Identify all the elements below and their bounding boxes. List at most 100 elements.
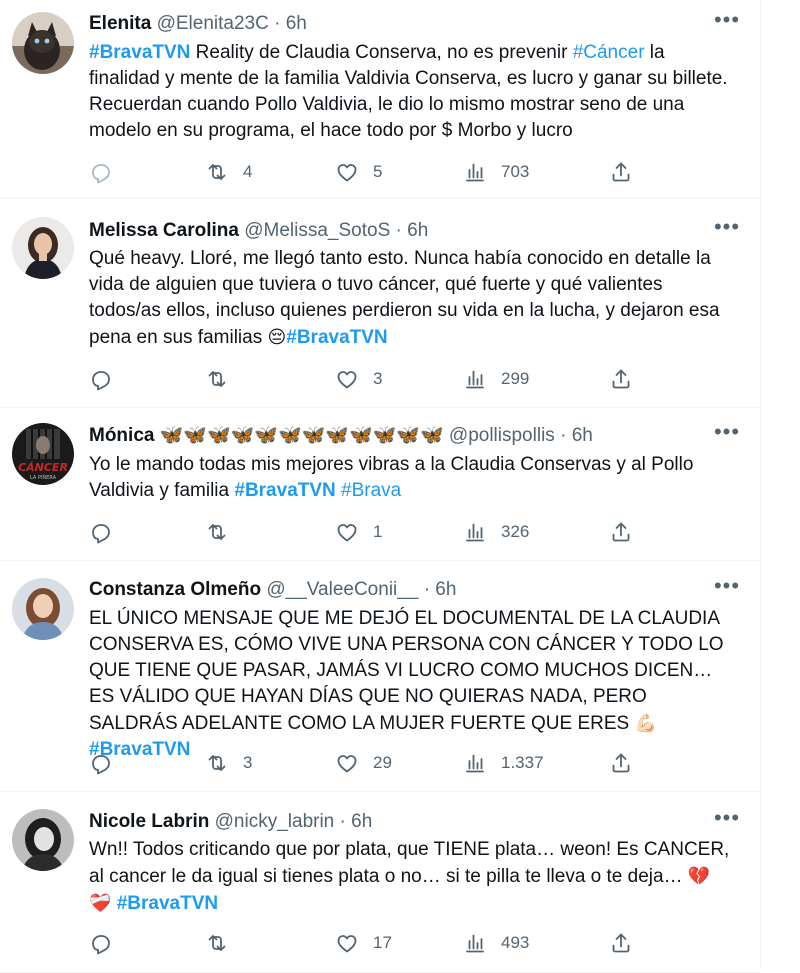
share-icon	[612, 162, 630, 182]
tweet[interactable]: Constanza Olmeño @__ValeeConii__ · 6h ••…	[0, 561, 760, 792]
retweet-icon	[208, 755, 226, 771]
avatar[interactable]	[12, 12, 74, 74]
tweet[interactable]: Nicole Labrin @nicky_labrin · 6h ••• Wn!…	[0, 792, 760, 973]
user-handle[interactable]: @Elenita23C	[157, 13, 269, 34]
tweet-header: Mónica 🦋🦋🦋🦋🦋🦋🦋🦋🦋🦋🦋🦋 @pollispollis · 6h	[89, 424, 716, 448]
like-count: 1	[373, 522, 383, 541]
hashtag-link[interactable]: #Cáncer	[573, 42, 645, 63]
like-button[interactable]: 29	[335, 751, 392, 775]
retweet-icon	[208, 935, 226, 951]
like-button[interactable]: 3	[335, 367, 382, 391]
more-options-button[interactable]: •••	[712, 575, 742, 602]
avatar[interactable]	[12, 217, 74, 279]
timestamp[interactable]: 6h	[286, 13, 307, 34]
user-handle[interactable]: @pollispollis	[449, 425, 555, 446]
hashtag-link[interactable]: #BravaTVN	[234, 480, 335, 501]
share-icon	[612, 933, 630, 953]
display-name[interactable]: Elenita	[89, 13, 151, 34]
views-button[interactable]: 493	[463, 931, 529, 955]
emoji: 💪🏻	[634, 713, 657, 733]
timestamp[interactable]: 6h	[407, 220, 428, 241]
avatar[interactable]	[12, 578, 74, 640]
more-options-button[interactable]: •••	[712, 216, 742, 243]
like-button[interactable]: 5	[335, 160, 382, 184]
heart-icon	[337, 164, 357, 182]
tweet-actions: 3 29 1.337	[89, 751, 649, 775]
share-button[interactable]	[609, 520, 633, 544]
reply-button[interactable]	[89, 931, 113, 955]
reply-button[interactable]	[89, 520, 113, 544]
more-options-button[interactable]: •••	[712, 9, 742, 36]
views-button[interactable]: 299	[463, 367, 529, 391]
svg-text:LA PIÑERA: LA PIÑERA	[30, 474, 57, 481]
like-button[interactable]: 1	[335, 520, 382, 544]
tweet-text: Qué heavy. Lloré, me llegó tanto esto. N…	[89, 246, 738, 351]
tweet-header: Melissa Carolina @Melissa_SotoS · 6h	[89, 219, 716, 243]
user-handle[interactable]: @nicky_labrin	[215, 811, 335, 832]
retweet-icon	[208, 524, 226, 540]
like-button[interactable]: 17	[335, 931, 392, 955]
tweet[interactable]: Melissa Carolina @Melissa_SotoS · 6h •••…	[0, 199, 760, 408]
retweet-icon	[208, 371, 226, 387]
timestamp[interactable]: 6h	[572, 425, 593, 446]
share-button[interactable]	[609, 367, 633, 391]
reply-button[interactable]	[89, 160, 113, 184]
hashtag-link[interactable]: #BravaTVN	[89, 42, 190, 63]
views-count: 326	[501, 522, 530, 541]
views-button[interactable]: 703	[463, 160, 529, 184]
tweet[interactable]: Elenita @Elenita23C · 6h ••• #BravaTVN R…	[0, 0, 760, 199]
like-count: 17	[373, 933, 392, 952]
views-count: 703	[501, 162, 530, 181]
tweet-feed: Elenita @Elenita23C · 6h ••• #BravaTVN R…	[0, 0, 760, 973]
views-icon	[466, 163, 484, 182]
retweet-button[interactable]: 3	[205, 751, 252, 775]
timestamp[interactable]: 6h	[351, 811, 372, 832]
views-button[interactable]: 326	[463, 520, 529, 544]
user-handle[interactable]: @__ValeeConii__	[266, 579, 418, 600]
display-name[interactable]: Constanza Olmeño	[89, 579, 261, 600]
more-icon: •••	[713, 805, 741, 830]
retweet-button[interactable]	[205, 367, 229, 391]
tweet-text: Wn!! Todos criticando que por plata, que…	[89, 837, 738, 917]
retweet-button[interactable]: 4	[205, 160, 252, 184]
views-button[interactable]: 1.337	[463, 751, 544, 775]
like-count: 5	[373, 162, 383, 181]
display-name[interactable]: Mónica 🦋🦋🦋🦋🦋🦋🦋🦋🦋🦋🦋🦋	[89, 425, 444, 446]
timestamp[interactable]: 6h	[435, 579, 456, 600]
reply-button[interactable]	[89, 367, 113, 391]
tweet-text: EL ÚNICO MENSAJE QUE ME DEJÓ EL DOCUMENT…	[89, 606, 738, 763]
share-button[interactable]	[609, 160, 633, 184]
share-button[interactable]	[609, 751, 633, 775]
heart-icon	[337, 371, 357, 389]
more-options-button[interactable]: •••	[712, 807, 742, 834]
views-count: 1.337	[501, 753, 544, 772]
tweet[interactable]: CÁNCER LA PIÑERA Mónica 🦋🦋🦋🦋🦋🦋🦋🦋🦋🦋🦋🦋 @pol…	[0, 408, 760, 561]
reply-icon	[92, 755, 110, 775]
reply-button[interactable]	[89, 751, 113, 775]
display-name[interactable]: Nicole Labrin	[89, 811, 209, 832]
display-name[interactable]: Melissa Carolina	[89, 220, 239, 241]
heart-icon	[337, 935, 357, 953]
retweet-button[interactable]	[205, 931, 229, 955]
hashtag-link[interactable]: #Brava	[341, 480, 401, 501]
separator-dot: ·	[560, 425, 567, 446]
more-icon: •••	[713, 573, 741, 598]
more-options-button[interactable]: •••	[712, 421, 742, 448]
tweet-text: Yo le mando todas mis mejores vibras a l…	[89, 452, 738, 504]
tweet-text-segment: Reality de Claudia Conserva, no es preve…	[190, 42, 573, 63]
avatar[interactable]: CÁNCER LA PIÑERA	[12, 423, 74, 485]
tweet-header: Constanza Olmeño @__ValeeConii__ · 6h	[89, 578, 716, 602]
separator-dot: ·	[395, 220, 402, 241]
like-count: 3	[373, 369, 383, 388]
emoji: 💔	[687, 866, 711, 886]
avatar[interactable]	[12, 809, 74, 871]
share-button[interactable]	[609, 931, 633, 955]
tweet-header: Elenita @Elenita23C · 6h	[89, 12, 716, 36]
retweet-icon	[208, 164, 226, 180]
heart-icon	[337, 755, 357, 773]
hashtag-link[interactable]: #BravaTVN	[286, 327, 387, 348]
retweet-button[interactable]	[205, 520, 229, 544]
hashtag-link[interactable]: #BravaTVN	[117, 893, 218, 914]
tweet-actions: 4 5 703	[89, 160, 649, 184]
user-handle[interactable]: @Melissa_SotoS	[244, 220, 390, 241]
